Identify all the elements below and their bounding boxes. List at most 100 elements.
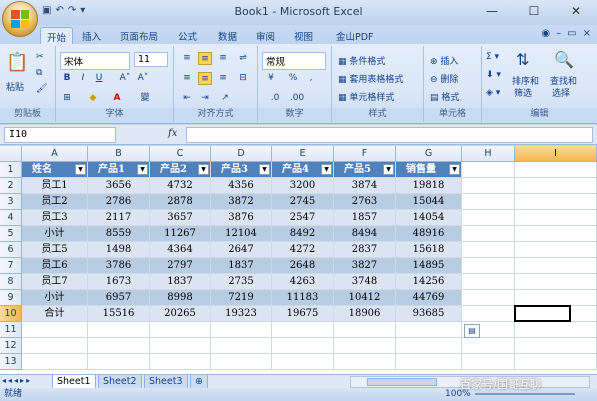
autosum-icon[interactable]: Σ ▾ — [486, 52, 499, 62]
cell-E1[interactable]: 产品4 ▼ — [272, 162, 334, 178]
ribbon-minimize-icon[interactable]: – — [556, 28, 561, 39]
cell-D5[interactable]: 12104 — [211, 226, 272, 242]
cell-C12[interactable] — [150, 338, 211, 354]
column-header-B[interactable]: B — [88, 146, 150, 162]
cell-F11[interactable] — [334, 322, 396, 338]
cell-G7[interactable]: 14895 — [396, 258, 462, 274]
paste-icon[interactable]: 📋 — [6, 52, 28, 73]
sheet-tab-2[interactable]: Sheet2 — [98, 375, 142, 389]
ribbon-close-icon[interactable]: × — [583, 28, 591, 39]
cell-A9[interactable]: 小计 — [22, 290, 88, 306]
worksheet-grid[interactable]: A B C D E F G H I 1 2 3 4 5 6 7 8 9 10 11 12 13 姓名 ▼ 产品1 ▼ 产品2 ▼ 产品3… — [0, 146, 597, 374]
row-header-1[interactable]: 1 — [0, 162, 22, 178]
cell-B11[interactable] — [88, 322, 150, 338]
cell-D13[interactable] — [211, 354, 272, 370]
cell-A3[interactable]: 员工2 — [22, 194, 88, 210]
cell-A2[interactable]: 员工1 — [22, 178, 88, 194]
cell-G9[interactable]: 44769 — [396, 290, 462, 306]
shrink-font-icon[interactable]: A˅ — [136, 72, 150, 85]
orientation-icon[interactable]: ↗ — [218, 92, 232, 105]
row-header-9[interactable]: 9 — [0, 290, 22, 306]
delete-button[interactable]: ⊖ 删除 — [430, 72, 458, 85]
office-button[interactable] — [2, 1, 38, 37]
cell-I7[interactable] — [515, 258, 597, 274]
tab-pdf[interactable]: 金山PDF — [330, 27, 380, 44]
column-header-D[interactable]: D — [211, 146, 272, 162]
cell-A12[interactable] — [22, 338, 88, 354]
cell-G2[interactable]: 19818 — [396, 178, 462, 194]
paste-options-icon[interactable]: ▤ — [464, 324, 480, 338]
cell-C3[interactable]: 2878 — [150, 194, 211, 210]
cell-D10[interactable]: 19323 — [211, 306, 272, 322]
row-header-6[interactable]: 6 — [0, 242, 22, 258]
cell-H10[interactable] — [462, 306, 515, 322]
cell-C10[interactable]: 20265 — [150, 306, 211, 322]
comma-button[interactable]: , — [304, 72, 318, 85]
name-box[interactable]: I10 — [4, 127, 116, 143]
cell-E10[interactable]: 19675 — [272, 306, 334, 322]
cell-D12[interactable] — [211, 338, 272, 354]
format-painter-icon[interactable]: 🖌 — [36, 84, 47, 94]
row-header-10[interactable]: 10 — [0, 306, 22, 322]
row-header-7[interactable]: 7 — [0, 258, 22, 274]
cell-I2[interactable] — [515, 178, 597, 194]
tab-view[interactable]: 视图 — [288, 27, 319, 44]
cell-F7[interactable]: 3827 — [334, 258, 396, 274]
font-name-select[interactable]: 宋体 — [60, 52, 130, 70]
tab-insert[interactable]: 插入 — [76, 27, 107, 44]
format-button[interactable]: ▤ 格式 — [430, 90, 459, 103]
align-left-icon[interactable]: ≡ — [180, 72, 194, 85]
cell-I9[interactable] — [515, 290, 597, 306]
tab-page-layout[interactable]: 页面布局 — [114, 27, 164, 44]
cell-G4[interactable]: 14054 — [396, 210, 462, 226]
conditional-format-button[interactable]: ▦ 条件格式 — [338, 54, 385, 67]
column-header-E[interactable]: E — [272, 146, 334, 162]
tab-data[interactable]: 数据 — [212, 27, 243, 44]
minimize-icon[interactable]: — — [471, 0, 513, 22]
filter-dropdown-icon[interactable]: ▼ — [198, 164, 209, 175]
underline-icon[interactable]: U — [92, 72, 106, 85]
cell-D6[interactable]: 2647 — [211, 242, 272, 258]
cell-I1[interactable] — [515, 162, 597, 178]
phonetic-icon[interactable]: 變 — [138, 92, 152, 105]
scroll-thumb[interactable] — [367, 378, 437, 386]
find-select-button-line2[interactable]: 选择 — [552, 86, 570, 99]
cell-B6[interactable]: 1498 — [88, 242, 150, 258]
column-header-I[interactable]: I — [515, 146, 597, 162]
cell-I6[interactable] — [515, 242, 597, 258]
cell-E4[interactable]: 2547 — [272, 210, 334, 226]
cell-A13[interactable] — [22, 354, 88, 370]
cell-H2[interactable] — [462, 178, 515, 194]
cell-E11[interactable] — [272, 322, 334, 338]
cell-F12[interactable] — [334, 338, 396, 354]
fill-icon[interactable]: ⬇ ▾ — [486, 70, 501, 80]
cell-D4[interactable]: 3876 — [211, 210, 272, 226]
cell-H13[interactable] — [462, 354, 515, 370]
cut-icon[interactable]: ✂ — [36, 52, 44, 62]
number-format-select[interactable]: 常规 — [262, 52, 326, 70]
cell-H7[interactable] — [462, 258, 515, 274]
row-header-5[interactable]: 5 — [0, 226, 22, 242]
cell-I12[interactable] — [515, 338, 597, 354]
table-format-button[interactable]: ▦ 套用表格格式 — [338, 72, 403, 85]
cell-F13[interactable] — [334, 354, 396, 370]
cell-A7[interactable]: 员工6 — [22, 258, 88, 274]
row-header-13[interactable]: 13 — [0, 354, 22, 370]
increase-decimal-icon[interactable]: .0 — [266, 92, 284, 105]
align-right-icon[interactable]: ≡ — [216, 72, 230, 85]
row-header-8[interactable]: 8 — [0, 274, 22, 290]
insert-button[interactable]: ⊕ 插入 — [430, 54, 458, 67]
font-color-icon[interactable]: A — [110, 92, 124, 105]
cell-D2[interactable]: 4356 — [211, 178, 272, 194]
cell-B10[interactable]: 15516 — [88, 306, 150, 322]
cell-D11[interactable] — [211, 322, 272, 338]
wrap-text-icon[interactable]: ⇌ — [236, 52, 250, 65]
cell-B12[interactable] — [88, 338, 150, 354]
align-middle-icon[interactable]: ≡ — [198, 52, 212, 65]
cell-C1[interactable]: 产品2 ▼ — [150, 162, 211, 178]
cell-G6[interactable]: 15618 — [396, 242, 462, 258]
align-bottom-icon[interactable]: ≡ — [216, 52, 230, 65]
cell-B5[interactable]: 8559 — [88, 226, 150, 242]
filter-dropdown-icon[interactable]: ▼ — [259, 164, 270, 175]
cell-D8[interactable]: 2735 — [211, 274, 272, 290]
